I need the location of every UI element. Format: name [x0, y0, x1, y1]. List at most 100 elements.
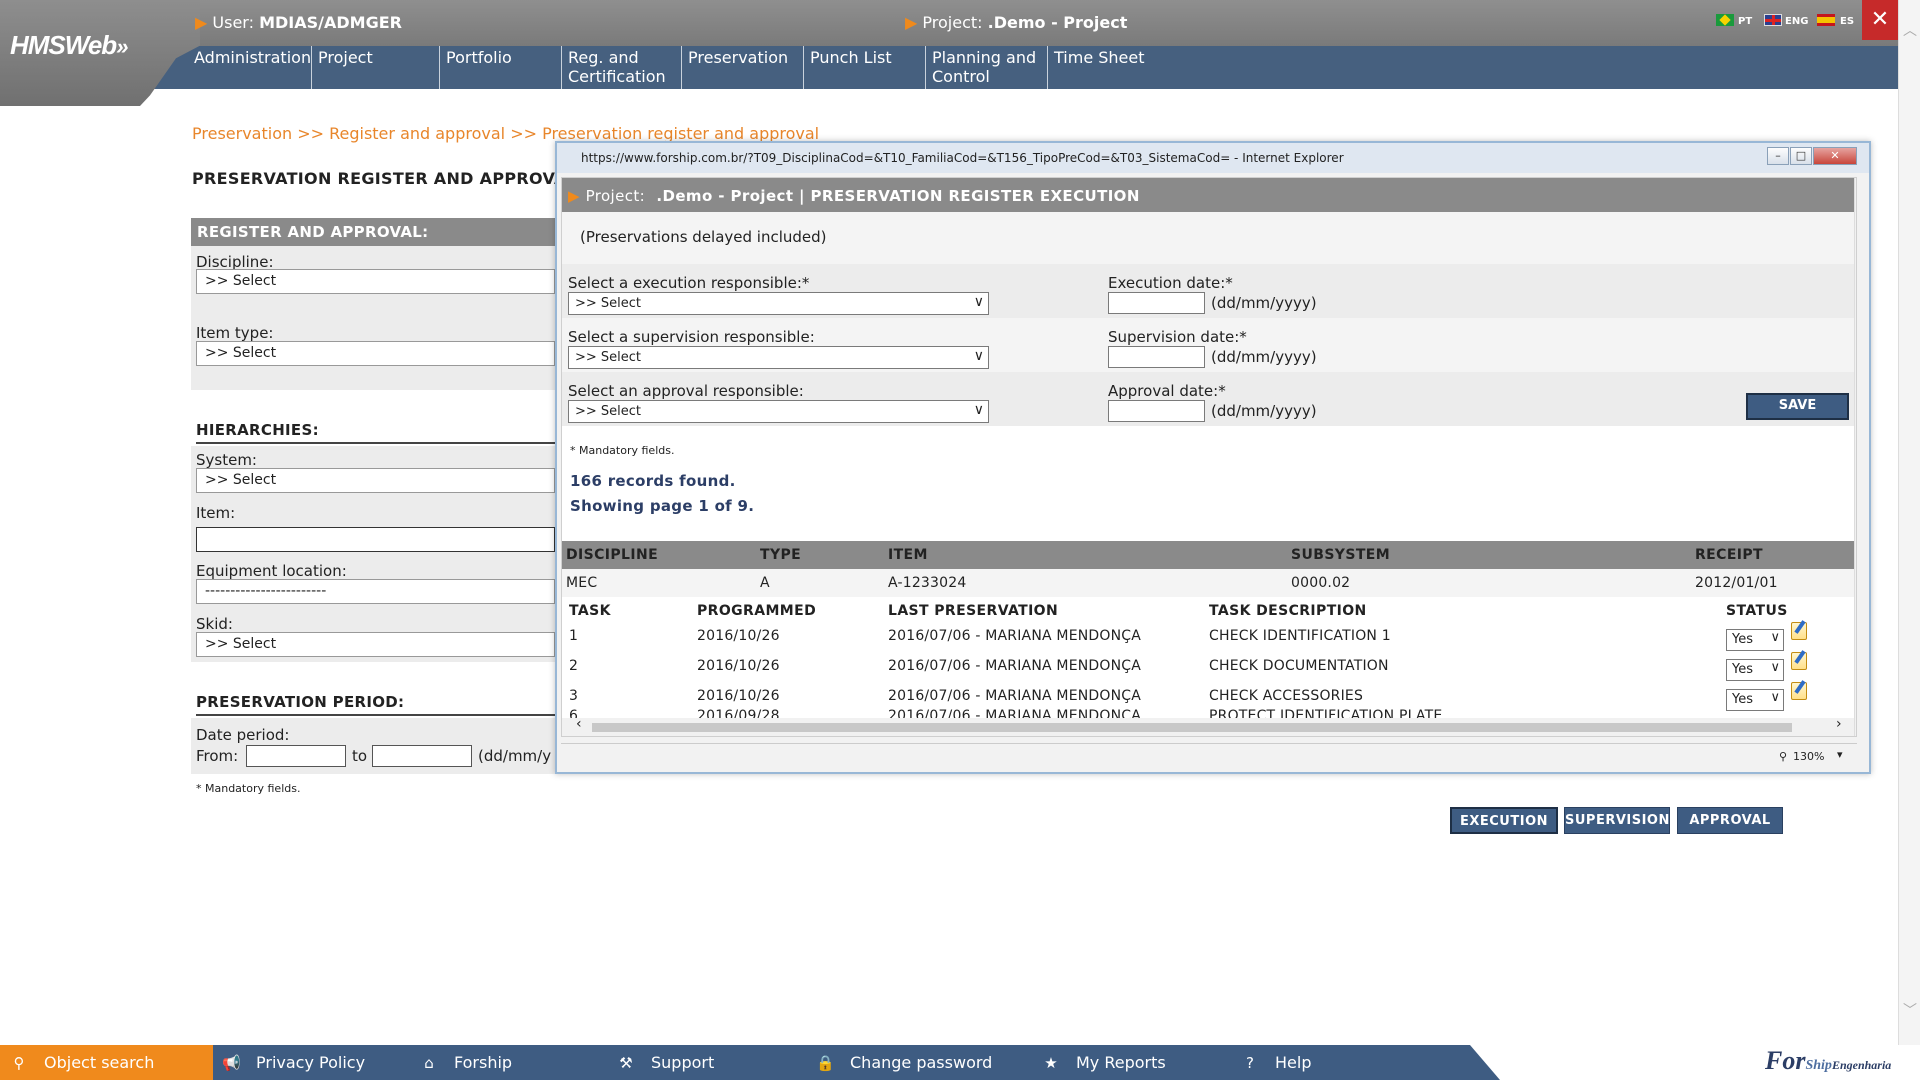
task-row[interactable]: 2 2016/10/26 2016/07/06 - MARIANA MENDON…: [562, 652, 1854, 684]
approval-responsible-select[interactable]: >> Select ∨: [568, 400, 989, 423]
user-value: MDIAS/ADMGER: [259, 13, 402, 32]
close-icon[interactable]: ✕: [1862, 0, 1898, 40]
brazil-flag-icon[interactable]: [1716, 14, 1734, 26]
task-table-header: TASK PROGRAMMED LAST PRESERVATION TASK D…: [562, 598, 1854, 622]
status-select[interactable]: Yes ∨: [1726, 629, 1784, 651]
skid-select[interactable]: >> Select: [196, 632, 555, 657]
col-discipline: DISCIPLINE: [566, 547, 659, 563]
spain-flag-icon[interactable]: [1817, 14, 1835, 26]
approval-date-label: Approval date:*: [1108, 382, 1226, 400]
date-period-label: Date period:: [196, 726, 290, 744]
task-last-preservation: 2016/07/06 - MARIANA MENDONÇA: [888, 628, 1142, 644]
zoom-icon[interactable]: ⚲: [1779, 750, 1787, 763]
footer-privacy-policy[interactable]: 📢 Privacy Policy: [222, 1045, 365, 1080]
chevron-down-icon: ∨: [973, 294, 984, 310]
equipment-location-select[interactable]: ------------------------: [196, 579, 555, 604]
home-icon: ⌂: [424, 1054, 434, 1072]
maximize-icon[interactable]: □: [1790, 147, 1812, 165]
horizontal-scrollbar[interactable]: ‹ ›: [562, 716, 1854, 736]
footer-change-password[interactable]: 🔒 Change password: [816, 1045, 992, 1080]
execution-date-input[interactable]: [1108, 292, 1205, 314]
wrench-icon: ⚒: [619, 1054, 633, 1072]
system-select[interactable]: >> Select: [196, 468, 555, 493]
supervision-button[interactable]: SUPERVISION: [1564, 807, 1670, 834]
uk-flag-icon[interactable]: [1764, 14, 1782, 26]
date-format-hint: (dd/mm/y: [478, 747, 552, 765]
edit-icon[interactable]: [1791, 682, 1807, 700]
status-select[interactable]: Yes ∨: [1726, 659, 1784, 681]
task-programmed: 2016/10/26: [697, 658, 780, 674]
approval-button[interactable]: APPROVAL: [1677, 807, 1783, 834]
nav-reg-certification[interactable]: Reg. and Certification: [562, 46, 682, 89]
popup-close-icon[interactable]: ✕: [1813, 147, 1857, 165]
approval-row: Select an approval responsible: >> Selec…: [562, 372, 1854, 426]
to-date-input[interactable]: [372, 745, 472, 767]
task-last-preservation: 2016/07/06 - MARIANA MENDONÇA: [888, 688, 1142, 704]
lang-eng[interactable]: ENG: [1785, 16, 1808, 27]
chevron-down-icon: ∨: [1770, 660, 1780, 675]
chevron-down-icon[interactable]: ▾: [1837, 748, 1843, 761]
supervision-row: Select a supervision responsible: >> Sel…: [562, 318, 1854, 372]
divider: [196, 442, 555, 444]
chevron-right-icon[interactable]: ›: [1836, 716, 1842, 732]
minimize-icon[interactable]: –: [1767, 147, 1789, 165]
nav-portfolio[interactable]: Portfolio: [440, 46, 562, 89]
scroll-thumb[interactable]: [592, 723, 1792, 732]
discipline-select[interactable]: >> Select: [196, 269, 555, 294]
edit-icon[interactable]: [1791, 622, 1807, 640]
save-button[interactable]: SAVE: [1746, 393, 1849, 420]
footer-support[interactable]: ⚒ Support: [617, 1045, 714, 1080]
item-type-select[interactable]: >> Select: [196, 341, 555, 366]
nav-preservation[interactable]: Preservation: [682, 46, 804, 89]
execution-row: Select a execution responsible:* >> Sele…: [562, 264, 1854, 318]
popup-window: https://www.forship.com.br/?T09_Discipli…: [555, 141, 1871, 774]
project-value: .Demo - Project: [987, 13, 1128, 32]
forship-logo[interactable]: ForShipEngenharia: [1765, 1046, 1891, 1076]
item-receipt: 2012/01/01: [1695, 575, 1778, 591]
nav-project[interactable]: Project: [312, 46, 440, 89]
footer-forship[interactable]: ⌂ Forship: [420, 1045, 512, 1080]
footer-object-search[interactable]: ⚲ Object search: [10, 1045, 155, 1080]
hierarchies-heading: HIERARCHIES:: [196, 421, 319, 439]
nav-time-sheet[interactable]: Time Sheet: [1048, 46, 1170, 89]
supervision-responsible-select[interactable]: >> Select ∨: [568, 346, 989, 369]
bullet-icon: ▶: [568, 187, 580, 205]
nav-planning-control[interactable]: Planning and Control: [926, 46, 1048, 89]
chevron-left-icon[interactable]: ‹: [576, 716, 582, 732]
execution-responsible-select[interactable]: >> Select ∨: [568, 292, 989, 315]
lang-es[interactable]: ES: [1840, 16, 1854, 27]
edit-icon[interactable]: [1791, 652, 1807, 670]
task-programmed: 2016/10/26: [697, 628, 780, 644]
task-description: CHECK DOCUMENTATION: [1209, 658, 1389, 674]
to-label: to: [352, 747, 368, 765]
lang-pt[interactable]: PT: [1738, 16, 1752, 27]
nav-punch-list[interactable]: Punch List: [804, 46, 926, 89]
popup-title-bar[interactable]: https://www.forship.com.br/?T09_Discipli…: [557, 143, 1869, 173]
nav-administration[interactable]: Administration: [188, 46, 312, 89]
chevron-down-icon: ∨: [1770, 630, 1780, 645]
approval-date-input[interactable]: [1108, 400, 1205, 422]
popup-project-label: Project:: [585, 187, 646, 205]
footer-help[interactable]: ? Help: [1241, 1045, 1311, 1080]
page-scrollbar[interactable]: ︿ ﹀: [1898, 0, 1920, 1045]
lock-icon: 🔒: [816, 1054, 835, 1072]
item-input[interactable]: [196, 527, 555, 552]
page-info: Showing page 1 of 9.: [570, 497, 755, 515]
popup-content: ▶ Project: .Demo - Project | PRESERVATIO…: [561, 177, 1857, 737]
task-number: 1: [569, 628, 579, 644]
date-format-hint: (dd/mm/yyyy): [1211, 348, 1317, 366]
zoom-level[interactable]: 130%: [1793, 750, 1824, 763]
supervision-date-input[interactable]: [1108, 346, 1205, 368]
vertical-scrollbar[interactable]: ︿ ﹀: [1854, 178, 1856, 736]
task-last-preservation: 2016/07/06 - MARIANA MENDONÇA: [888, 658, 1142, 674]
task-row[interactable]: 1 2016/10/26 2016/07/06 - MARIANA MENDON…: [562, 622, 1854, 654]
status-select[interactable]: Yes ∨: [1726, 689, 1784, 711]
help-icon: ?: [1246, 1054, 1254, 1072]
hmsweb-logo[interactable]: HMSWeb»: [10, 30, 128, 61]
divider: [196, 714, 555, 716]
footer-my-reports[interactable]: ★ My Reports: [1042, 1045, 1165, 1080]
chevron-down-icon: ∨: [1770, 690, 1780, 705]
item-row[interactable]: MEC A A-1233024 0000.02 2012/01/01: [562, 569, 1854, 597]
execution-button[interactable]: EXECUTION: [1450, 807, 1558, 834]
from-date-input[interactable]: [246, 745, 346, 767]
